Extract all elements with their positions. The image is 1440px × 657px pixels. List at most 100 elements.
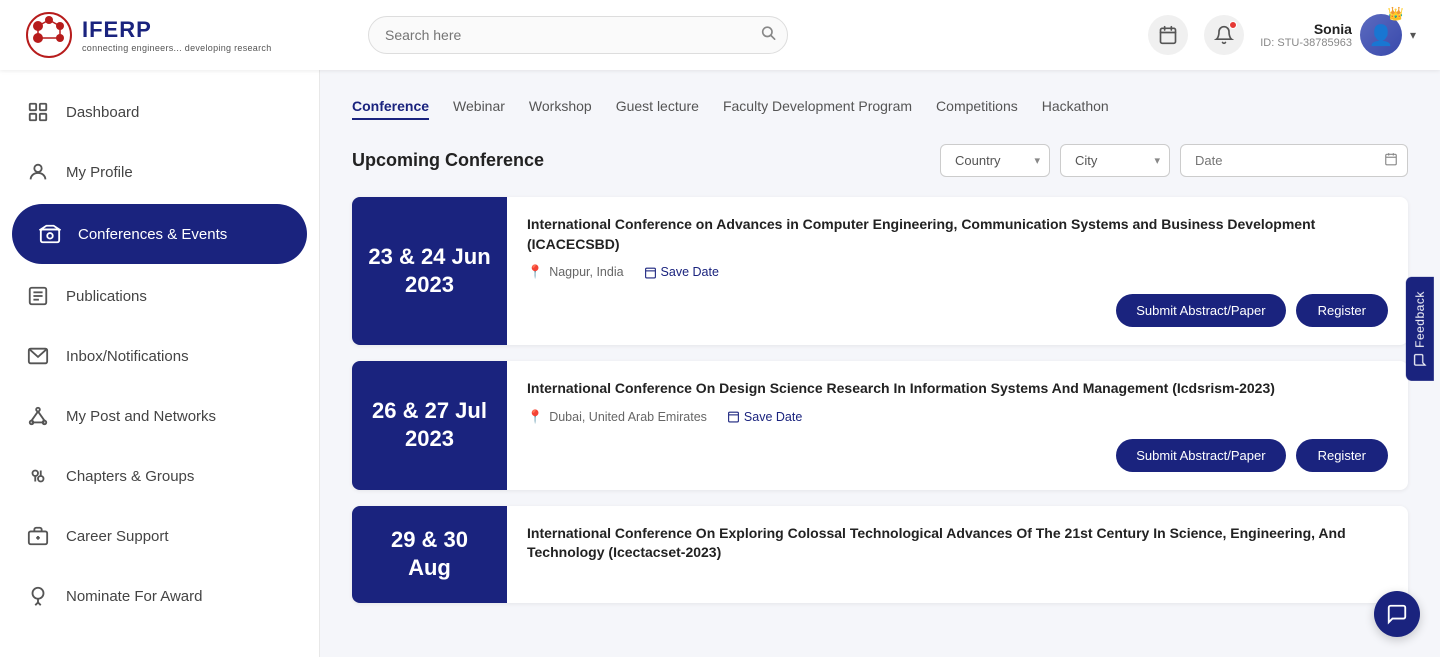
submit-abstract-button-1[interactable]: Submit Abstract/Paper xyxy=(1116,294,1285,327)
sidebar-item-inbox[interactable]: Inbox/Notifications xyxy=(0,326,319,386)
city-filter[interactable]: City xyxy=(1060,144,1170,177)
tab-competitions[interactable]: Competitions xyxy=(936,98,1018,120)
profile-icon xyxy=(24,158,52,186)
sidebar-label-publications: Publications xyxy=(66,288,147,305)
publications-icon xyxy=(24,282,52,310)
sidebar-label-nominate: Nominate For Award xyxy=(66,588,202,605)
sidebar-label-dashboard: Dashboard xyxy=(66,104,139,121)
calendar-button[interactable] xyxy=(1148,15,1188,55)
main-layout: Dashboard My Profile Conferences & Event… xyxy=(0,70,1440,657)
award-icon xyxy=(24,582,52,610)
conf-meta-2: 📍 Dubai, United Arab Emirates Save Date xyxy=(527,409,1388,425)
tab-webinar[interactable]: Webinar xyxy=(453,98,505,120)
sidebar-item-nominate[interactable]: Nominate For Award xyxy=(0,566,319,626)
conf-body-1: International Conference on Advances in … xyxy=(507,197,1408,345)
section-header: Upcoming Conference Country ▾ City ▾ xyxy=(352,144,1408,177)
conf-body-2: International Conference On Design Scien… xyxy=(507,361,1408,490)
register-button-2[interactable]: Register xyxy=(1296,439,1388,472)
sidebar-item-publications[interactable]: Publications xyxy=(0,266,319,326)
sidebar-label-inbox: Inbox/Notifications xyxy=(66,348,189,365)
content-area: Conference Webinar Workshop Guest lectur… xyxy=(320,70,1440,657)
notifications-button[interactable] xyxy=(1204,15,1244,55)
tab-workshop[interactable]: Workshop xyxy=(529,98,592,120)
inbox-icon xyxy=(24,342,52,370)
conf-title-3: International Conference On Exploring Co… xyxy=(527,524,1388,563)
search-icon xyxy=(760,25,776,41)
conf-title-2: International Conference On Design Scien… xyxy=(527,379,1388,399)
search-bar xyxy=(368,16,788,54)
conf-date-2: 26 & 27 Jul 2023 xyxy=(352,361,507,490)
conf-date-line2-1: 2023 xyxy=(405,271,454,300)
sidebar-label-networks: My Post and Networks xyxy=(66,408,216,425)
conf-date-1: 23 & 24 Jun 2023 xyxy=(352,197,507,345)
submit-abstract-button-2[interactable]: Submit Abstract/Paper xyxy=(1116,439,1285,472)
filters: Country ▾ City ▾ xyxy=(940,144,1408,177)
conf-date-line1-1: 23 & 24 Jun xyxy=(368,243,490,272)
country-filter-wrap: Country ▾ xyxy=(940,144,1050,177)
country-filter[interactable]: Country xyxy=(940,144,1050,177)
tab-hackathon[interactable]: Hackathon xyxy=(1042,98,1109,120)
date-filter-wrap xyxy=(1180,144,1408,177)
conf-location-1: Nagpur, India xyxy=(549,265,623,279)
header-right: Sonia ID: STU-38785963 👤 👑 ▾ xyxy=(1148,14,1416,56)
conferences-icon xyxy=(36,220,64,248)
logo-text: IFERP connecting engineers... developing… xyxy=(82,17,272,53)
sidebar-label-chapters: Chapters & Groups xyxy=(66,468,194,485)
logo-sub-text: connecting engineers... developing resea… xyxy=(82,43,272,53)
notification-dot xyxy=(1229,21,1237,29)
tab-conference[interactable]: Conference xyxy=(352,98,429,120)
location-icon-2: 📍 xyxy=(527,409,543,425)
search-input[interactable] xyxy=(368,16,788,54)
conf-date-line1-3: 29 & 30 Aug xyxy=(368,526,491,583)
sidebar-item-dashboard[interactable]: Dashboard xyxy=(0,82,319,142)
conference-card-2: 26 & 27 Jul 2023 International Conferenc… xyxy=(352,361,1408,490)
search-button[interactable] xyxy=(760,25,776,46)
networks-icon xyxy=(24,402,52,430)
career-icon xyxy=(24,522,52,550)
feedback-label: Feedback xyxy=(1413,291,1427,348)
location-icon-1: 📍 xyxy=(527,264,543,280)
section-title: Upcoming Conference xyxy=(352,150,544,171)
date-filter[interactable] xyxy=(1180,144,1408,177)
sidebar-item-chapters[interactable]: Chapters & Groups xyxy=(0,446,319,506)
user-text: Sonia ID: STU-38785963 xyxy=(1260,21,1352,49)
conf-actions-2: Submit Abstract/Paper Register xyxy=(527,439,1388,472)
conf-date-3: 29 & 30 Aug xyxy=(352,506,507,603)
logo-icon xyxy=(24,10,74,60)
conf-location-2: Dubai, United Arab Emirates xyxy=(549,410,707,424)
user-info[interactable]: Sonia ID: STU-38785963 👤 👑 ▾ xyxy=(1260,14,1416,56)
save-date-link-1[interactable]: Save Date xyxy=(644,265,719,279)
conference-card-1: 23 & 24 Jun 2023 International Conferenc… xyxy=(352,197,1408,345)
sidebar-label-my-profile: My Profile xyxy=(66,164,133,181)
chat-button[interactable] xyxy=(1374,591,1420,637)
avatar: 👤 👑 xyxy=(1360,14,1402,56)
tab-faculty-dev[interactable]: Faculty Development Program xyxy=(723,98,912,120)
dashboard-icon xyxy=(24,98,52,126)
sidebar-item-networks[interactable]: My Post and Networks xyxy=(0,386,319,446)
header: IFERP connecting engineers... developing… xyxy=(0,0,1440,70)
tabs: Conference Webinar Workshop Guest lectur… xyxy=(352,98,1408,120)
sidebar: Dashboard My Profile Conferences & Event… xyxy=(0,70,320,657)
conf-date-line2-2: 2023 xyxy=(405,425,454,454)
chapters-icon xyxy=(24,462,52,490)
conf-actions-1: Submit Abstract/Paper Register xyxy=(527,294,1388,327)
calendar-icon xyxy=(1158,25,1178,45)
feedback-tab[interactable]: Feedback xyxy=(1406,277,1434,381)
conf-title-1: International Conference on Advances in … xyxy=(527,215,1388,254)
conf-meta-1: 📍 Nagpur, India Save Date xyxy=(527,264,1388,280)
feedback-icon xyxy=(1413,352,1427,366)
conference-card-3: 29 & 30 Aug International Conference On … xyxy=(352,506,1408,603)
register-button-1[interactable]: Register xyxy=(1296,294,1388,327)
logo-main-text: IFERP xyxy=(82,17,272,43)
chat-icon xyxy=(1386,603,1408,625)
user-id: ID: STU-38785963 xyxy=(1260,37,1352,49)
sidebar-item-career[interactable]: Career Support xyxy=(0,506,319,566)
sidebar-label-career: Career Support xyxy=(66,528,169,545)
tab-guest-lecture[interactable]: Guest lecture xyxy=(616,98,699,120)
sidebar-item-conferences[interactable]: Conferences & Events xyxy=(12,204,307,264)
sidebar-item-my-profile[interactable]: My Profile xyxy=(0,142,319,202)
save-date-link-2[interactable]: Save Date xyxy=(727,410,802,424)
dropdown-arrow-icon: ▾ xyxy=(1410,28,1416,42)
user-name: Sonia xyxy=(1260,21,1352,37)
logo-area: IFERP connecting engineers... developing… xyxy=(24,10,344,60)
